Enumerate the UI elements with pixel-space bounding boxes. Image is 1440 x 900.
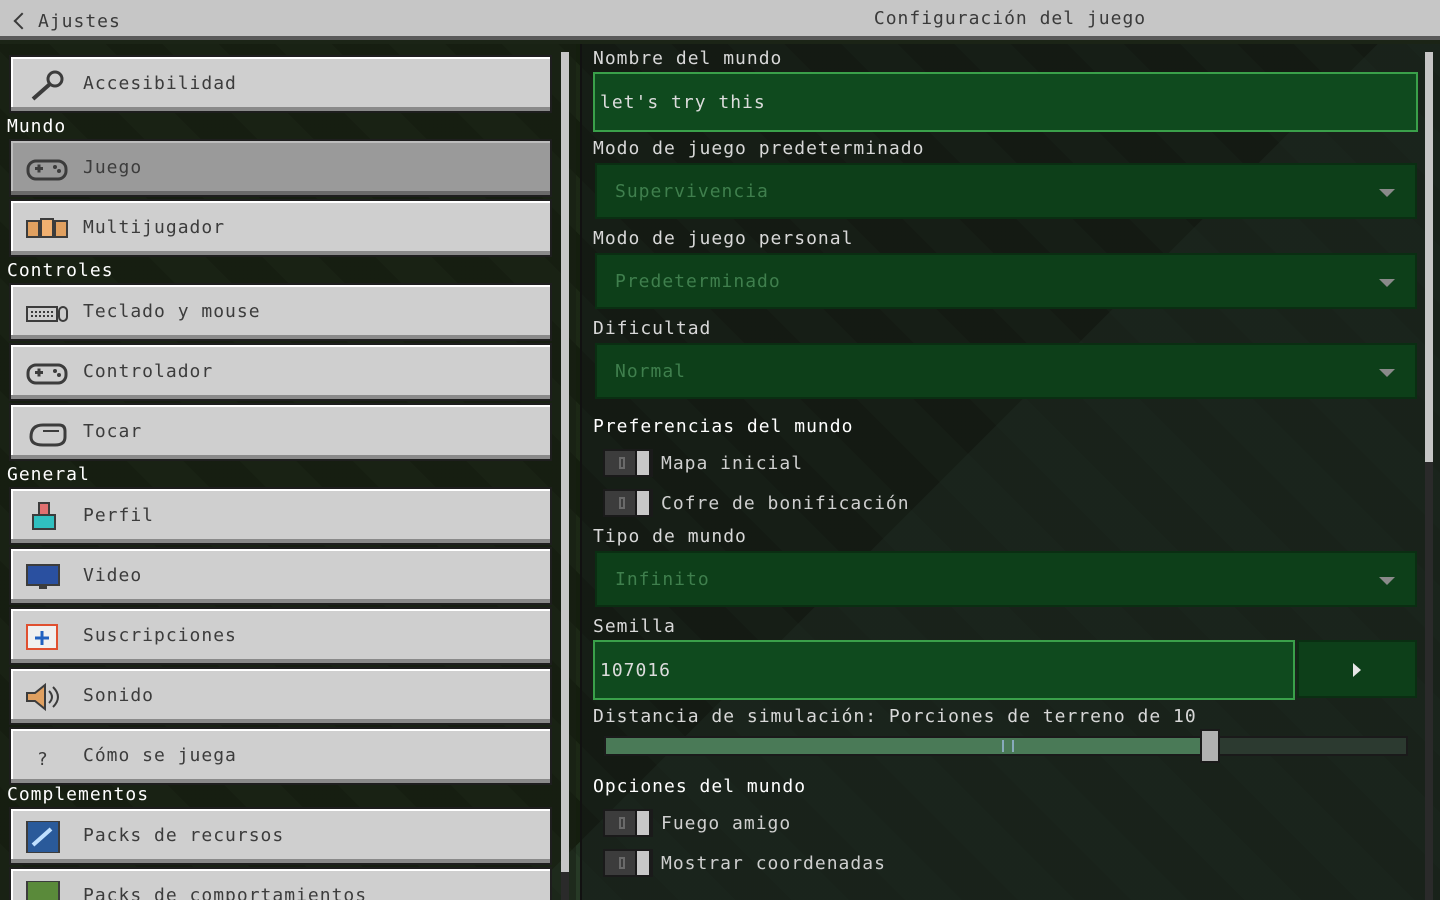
- friendly-fire-toggle-row[interactable]: Fuego amigo: [603, 808, 791, 838]
- slider-fill: [606, 738, 1206, 754]
- starter-map-label: Mapa inicial: [661, 452, 804, 474]
- toggle-off-icon: [619, 857, 625, 869]
- resource-pack-icon: [26, 821, 60, 853]
- top-bar: Ajustes Configuración del juego: [0, 0, 1440, 40]
- section-title-addons: Complementos: [7, 784, 150, 805]
- slider-handle[interactable]: [1200, 729, 1220, 763]
- profile-icon: [32, 502, 56, 530]
- personal-game-mode-value: Predeterminado: [615, 270, 781, 292]
- bonus-chest-toggle[interactable]: [603, 489, 653, 517]
- sidebar-item-behavior-packs[interactable]: Packs de comportamientos: [9, 867, 552, 900]
- chevron-left-icon: [13, 12, 31, 30]
- section-title-general: General: [7, 464, 90, 485]
- sidebar-item-game[interactable]: Juego: [9, 139, 552, 197]
- toggle-off-icon: [619, 497, 625, 509]
- default-game-mode-value: Supervivencia: [615, 180, 769, 202]
- default-game-mode-label: Modo de juego predeterminado: [593, 138, 925, 159]
- chevron-down-icon: [1379, 279, 1395, 287]
- bonus-chest-toggle-row[interactable]: Cofre de bonificación: [603, 488, 910, 518]
- touch-hand-icon: [29, 423, 67, 447]
- show-coordinates-label: Mostrar coordenadas: [661, 852, 886, 874]
- difficulty-label: Dificultad: [593, 318, 712, 339]
- show-coordinates-toggle[interactable]: [603, 849, 653, 877]
- settings-scrollbar-thumb[interactable]: [1425, 52, 1433, 462]
- difficulty-value: Normal: [615, 360, 687, 382]
- seed-input[interactable]: 107016: [593, 640, 1295, 700]
- sidebar-item-sound[interactable]: Sonido: [9, 667, 552, 725]
- simulation-distance-slider[interactable]: [604, 729, 1408, 763]
- chevron-down-icon: [1379, 189, 1395, 197]
- world-options-title: Opciones del mundo: [593, 776, 807, 797]
- behavior-pack-icon: [26, 881, 60, 900]
- world-preferences-title: Preferencias del mundo: [593, 416, 854, 437]
- toggle-knob: [635, 489, 651, 517]
- starter-map-toggle[interactable]: [603, 449, 653, 477]
- starter-map-toggle-row[interactable]: Mapa inicial: [603, 448, 803, 478]
- monitor-icon: [26, 564, 60, 589]
- show-coordinates-toggle-row[interactable]: Mostrar coordenadas: [603, 848, 886, 878]
- back-button[interactable]: Ajustes: [10, 8, 121, 34]
- world-type-label: Tipo de mundo: [593, 526, 747, 547]
- players-icon: [26, 218, 68, 238]
- gamepad-icon: [26, 159, 68, 181]
- sidebar-item-profile[interactable]: Perfil: [9, 487, 552, 545]
- sidebar-item-accessibility[interactable]: Accesibilidad: [9, 55, 552, 113]
- chevron-down-icon: [1379, 577, 1395, 585]
- personal-game-mode-label: Modo de juego personal: [593, 228, 854, 249]
- sidebar-item-video[interactable]: Video: [9, 547, 552, 605]
- friendly-fire-label: Fuego amigo: [661, 812, 792, 834]
- bonus-chest-label: Cofre de bonificación: [661, 492, 910, 514]
- seed-options-button[interactable]: [1297, 640, 1417, 698]
- sidebar-item-controller[interactable]: Controlador: [9, 343, 552, 401]
- toggle-knob: [635, 849, 651, 877]
- sidebar-item-how-to-play[interactable]: ? Cómo se juega: [9, 727, 552, 785]
- sidebar-scrollbar[interactable]: [561, 52, 569, 900]
- toggle-off-icon: [619, 817, 625, 829]
- sidebar-item-resource-packs[interactable]: Packs de recursos: [9, 807, 552, 865]
- play-arrow-icon: [1353, 663, 1361, 677]
- section-title-world: Mundo: [7, 116, 67, 137]
- sidebar-scrollbar-thumb[interactable]: [561, 52, 569, 872]
- sidebar-item-multiplayer[interactable]: Multijugador: [9, 199, 552, 257]
- friendly-fire-toggle[interactable]: [603, 809, 653, 837]
- controller-icon: [26, 363, 68, 385]
- question-mark-icon: ?: [37, 749, 48, 770]
- world-type-dropdown[interactable]: Infinito: [595, 551, 1417, 607]
- sidebar-item-subscriptions[interactable]: Suscripciones: [9, 607, 552, 665]
- personal-game-mode-dropdown[interactable]: Predeterminado: [595, 253, 1417, 309]
- toggle-off-icon: [619, 457, 625, 469]
- svg-text:?: ?: [37, 749, 48, 770]
- slider-midpoint-marker: [1002, 740, 1014, 752]
- section-title-controls: Controles: [7, 260, 114, 281]
- toggle-knob: [635, 809, 651, 837]
- world-type-value: Infinito: [615, 568, 710, 590]
- toggle-knob: [635, 449, 651, 477]
- speaker-icon: [26, 682, 59, 712]
- back-label: Ajustes: [38, 10, 121, 32]
- sidebar-item-touch[interactable]: Tocar: [9, 403, 552, 461]
- keyboard-icon: [26, 306, 68, 322]
- default-game-mode-dropdown[interactable]: Supervivencia: [595, 163, 1417, 219]
- chevron-down-icon: [1379, 369, 1395, 377]
- key-icon: [31, 70, 64, 101]
- world-name-input[interactable]: let's try this: [593, 72, 1418, 132]
- simulation-distance-label: Distancia de simulación: Porciones de te…: [593, 706, 1197, 727]
- world-name-label: Nombre del mundo: [593, 48, 783, 69]
- calendar-plus-icon: [26, 624, 58, 650]
- settings-scrollbar[interactable]: [1425, 52, 1433, 900]
- sidebar-item-keyboard-mouse[interactable]: Teclado y mouse: [9, 283, 552, 341]
- page-title: Configuración del juego: [873, 8, 1147, 29]
- difficulty-dropdown[interactable]: Normal: [595, 343, 1417, 399]
- seed-label: Semilla: [593, 616, 676, 637]
